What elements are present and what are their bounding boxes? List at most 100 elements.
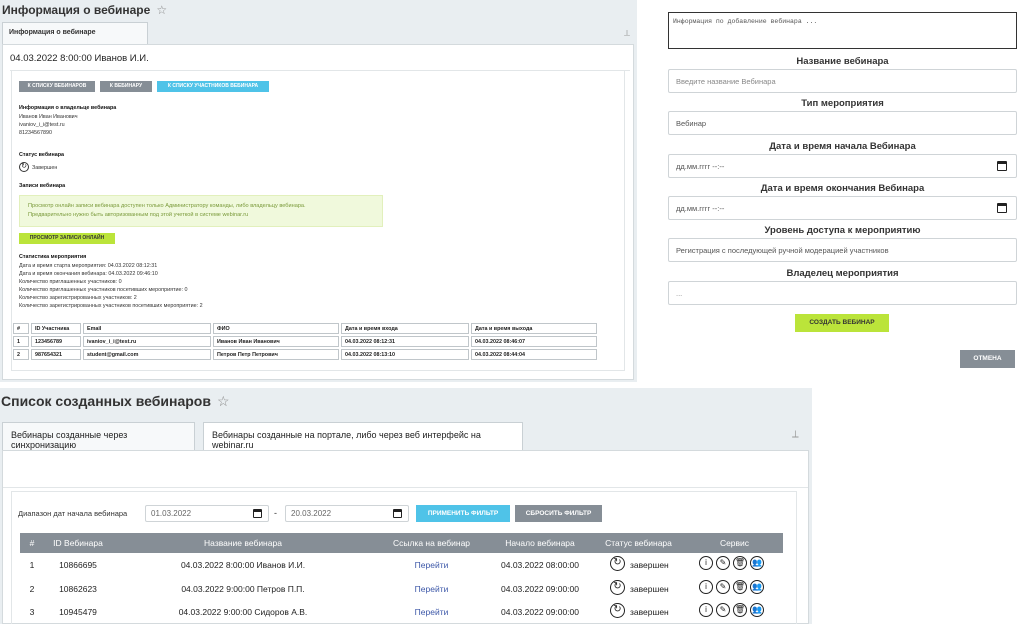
webinar-name: 04.03.2022 9:00:00 Сидоров А.В. [178, 607, 308, 617]
users-icon[interactable]: 👥 [750, 603, 764, 617]
stats-line: Дата и время старта мероприятия: 04.03.2… [19, 263, 158, 269]
calendar-icon[interactable] [393, 509, 402, 518]
webinar-start: 04.03.2022 09:00:00 [501, 584, 579, 594]
status-heading: Статус вебинара [19, 152, 65, 158]
webinar-info-panel: Информация о вебинаре ☆ Информация о веби… [0, 0, 637, 382]
date-from-input[interactable]: 01.03.2022 [145, 505, 269, 522]
end-datetime-input[interactable]: дд.мм.гггг --:-- [668, 196, 1017, 220]
row-number: 3 [29, 607, 35, 617]
webinar-headline: 04.03.2022 8:00:00 Иванов И.И. [10, 53, 149, 64]
calendar-icon[interactable] [253, 509, 262, 518]
users-icon[interactable]: 👥 [750, 556, 764, 570]
stats-line: Количество зарегистрированных участников… [19, 303, 203, 309]
edit-icon[interactable]: ✎ [716, 556, 730, 570]
edit-icon[interactable]: ✎ [716, 603, 730, 617]
webinar-list-panel: Список созданных вебинаров ☆ Вебинары соз… [0, 388, 812, 624]
table-row: 2 10862623 04.03.2022 9:00:00 Петров П.П… [20, 578, 783, 602]
refresh-icon: ↻ [610, 580, 625, 595]
page-title: Информация о вебинаре ☆ [2, 3, 167, 17]
cancel-button[interactable]: Отмена [960, 350, 1015, 368]
event-type-input[interactable]: Вебинар [668, 111, 1017, 135]
end-datetime-value: дд.мм.гггг --:-- [676, 204, 725, 213]
column-header: Дата и время входа [341, 323, 469, 334]
date-to-input[interactable]: 20.03.2022 [285, 505, 409, 522]
date-from-value: 01.03.2022 [151, 509, 192, 518]
column-header: Ссылка на вебинар [392, 538, 471, 548]
records-notice-line2: Предварительно нужно быть авторизованным… [28, 211, 249, 218]
delete-icon[interactable]: 🗑 [733, 580, 747, 594]
table-cell: 2 [13, 349, 29, 360]
webinar-name: 04.03.2022 8:00:00 Иванов И.И. [180, 560, 306, 570]
webinar-name-input[interactable]: Введите название Вебинара [668, 69, 1017, 93]
access-label: Уровень доступа к мероприятию [764, 225, 921, 236]
row-number: 1 [29, 560, 35, 570]
create-webinar-button[interactable]: Создать вебинар [795, 314, 889, 332]
row-number: 2 [29, 584, 35, 594]
access-level-input[interactable]: Регистрация с последующей ручной модерац… [668, 238, 1017, 262]
info-icon[interactable]: i [699, 556, 713, 570]
table-cell: student@gmail.com [83, 349, 211, 360]
table-cell: 987654321 [31, 349, 81, 360]
delete-icon[interactable]: 🗑 [733, 603, 747, 617]
column-header: Название вебинара [204, 538, 282, 548]
records-notice-line1: Просмотр онлайн записи вебинара доступен… [28, 203, 306, 209]
stats-heading: Статистика мероприятия [19, 254, 87, 260]
start-datetime-value: дд.мм.гггг --:-- [676, 162, 725, 171]
to-participants-list-button[interactable]: К списку участников вебинара [157, 81, 269, 92]
webinar-table-header: # ID Вебинара Название вебинара Ссылка н… [20, 533, 783, 553]
tab-portal-webinars[interactable]: Вебинары созданные на портале, либо чере… [203, 422, 523, 450]
list-title: Список созданных вебинаров ☆ [1, 393, 230, 410]
star-icon[interactable]: ☆ [217, 393, 230, 409]
table-cell: 04.03.2022 08:44:04 [471, 349, 597, 360]
to-webinar-list-button[interactable]: К списку вебинаров [19, 81, 95, 92]
webinar-status: завершен [630, 607, 669, 617]
table-row: 3 10945479 04.03.2022 9:00:00 Сидоров А.… [20, 601, 783, 624]
records-notice: Просмотр онлайн записи вебинара доступен… [19, 195, 383, 227]
start-label: Дата и время начала Вебинара [769, 141, 916, 152]
info-icon[interactable]: i [699, 580, 713, 594]
webinar-link[interactable]: Перейти [374, 584, 489, 594]
tab-webinar-info[interactable]: Информация о вебинаре [2, 22, 148, 44]
column-header: Email [83, 323, 211, 334]
stats-line: Количество зарегистрированных участников… [19, 295, 137, 301]
table-cell: 04.03.2022 08:46:07 [471, 336, 597, 347]
pin-icon[interactable]: ⟂ [792, 429, 799, 440]
table-cell: 04.03.2022 08:13:10 [341, 349, 469, 360]
date-range-label: Диапазон дат начала вебинара [18, 509, 128, 518]
reset-filter-button[interactable]: Сбросить фильтр [515, 505, 602, 522]
calendar-icon[interactable] [997, 161, 1007, 171]
info-icon[interactable]: i [699, 603, 713, 617]
webinar-link[interactable]: Перейти [374, 560, 489, 570]
tab-synced-webinars[interactable]: Вебинары созданные через синхронизацию [2, 422, 195, 450]
owner-heading: Информация о владельце вебинара [19, 105, 117, 111]
webinar-link[interactable]: Перейти [374, 607, 489, 617]
delete-icon[interactable]: 🗑 [733, 556, 747, 570]
list-title-text: Список созданных вебинаров [1, 393, 211, 409]
to-webinar-button[interactable]: К вебинару [100, 81, 152, 92]
view-recording-button[interactable]: Просмотр записи онлайн [19, 233, 115, 244]
calendar-icon[interactable] [997, 203, 1007, 213]
start-datetime-input[interactable]: дд.мм.гггг --:-- [668, 154, 1017, 178]
apply-filter-button[interactable]: Применить фильтр [416, 505, 510, 522]
pin-icon[interactable]: ⟂ [624, 28, 630, 39]
star-icon[interactable]: ☆ [156, 3, 167, 17]
webinar-status: завершен [630, 584, 669, 594]
webinar-id: 10866695 [59, 560, 97, 570]
name-label: Название вебинара [796, 56, 889, 67]
column-header: ID Участника [31, 323, 81, 334]
column-header: # [13, 323, 29, 334]
webinar-info-textarea[interactable]: Информация по добавление вебинара ... [668, 12, 1017, 49]
webinar-id: 10862623 [59, 584, 97, 594]
stats-line: Дата и время окончания вебинара: 04.03.2… [19, 271, 158, 277]
refresh-icon: ↻ [19, 162, 29, 172]
webinar-name: 04.03.2022 9:00:00 Петров П.П. [181, 584, 305, 594]
end-label: Дата и время окончания Вебинара [760, 183, 925, 194]
table-cell: Иванов Иван Иванович [213, 336, 339, 347]
table-cell: ivaniov_i_i@test.ru [83, 336, 211, 347]
event-owner-input[interactable]: ... [668, 281, 1017, 305]
refresh-icon: ↻ [610, 556, 625, 571]
edit-icon[interactable]: ✎ [716, 580, 730, 594]
range-dash: - [274, 508, 277, 518]
column-header: Дата и время выхода [471, 323, 597, 334]
users-icon[interactable]: 👥 [750, 580, 764, 594]
